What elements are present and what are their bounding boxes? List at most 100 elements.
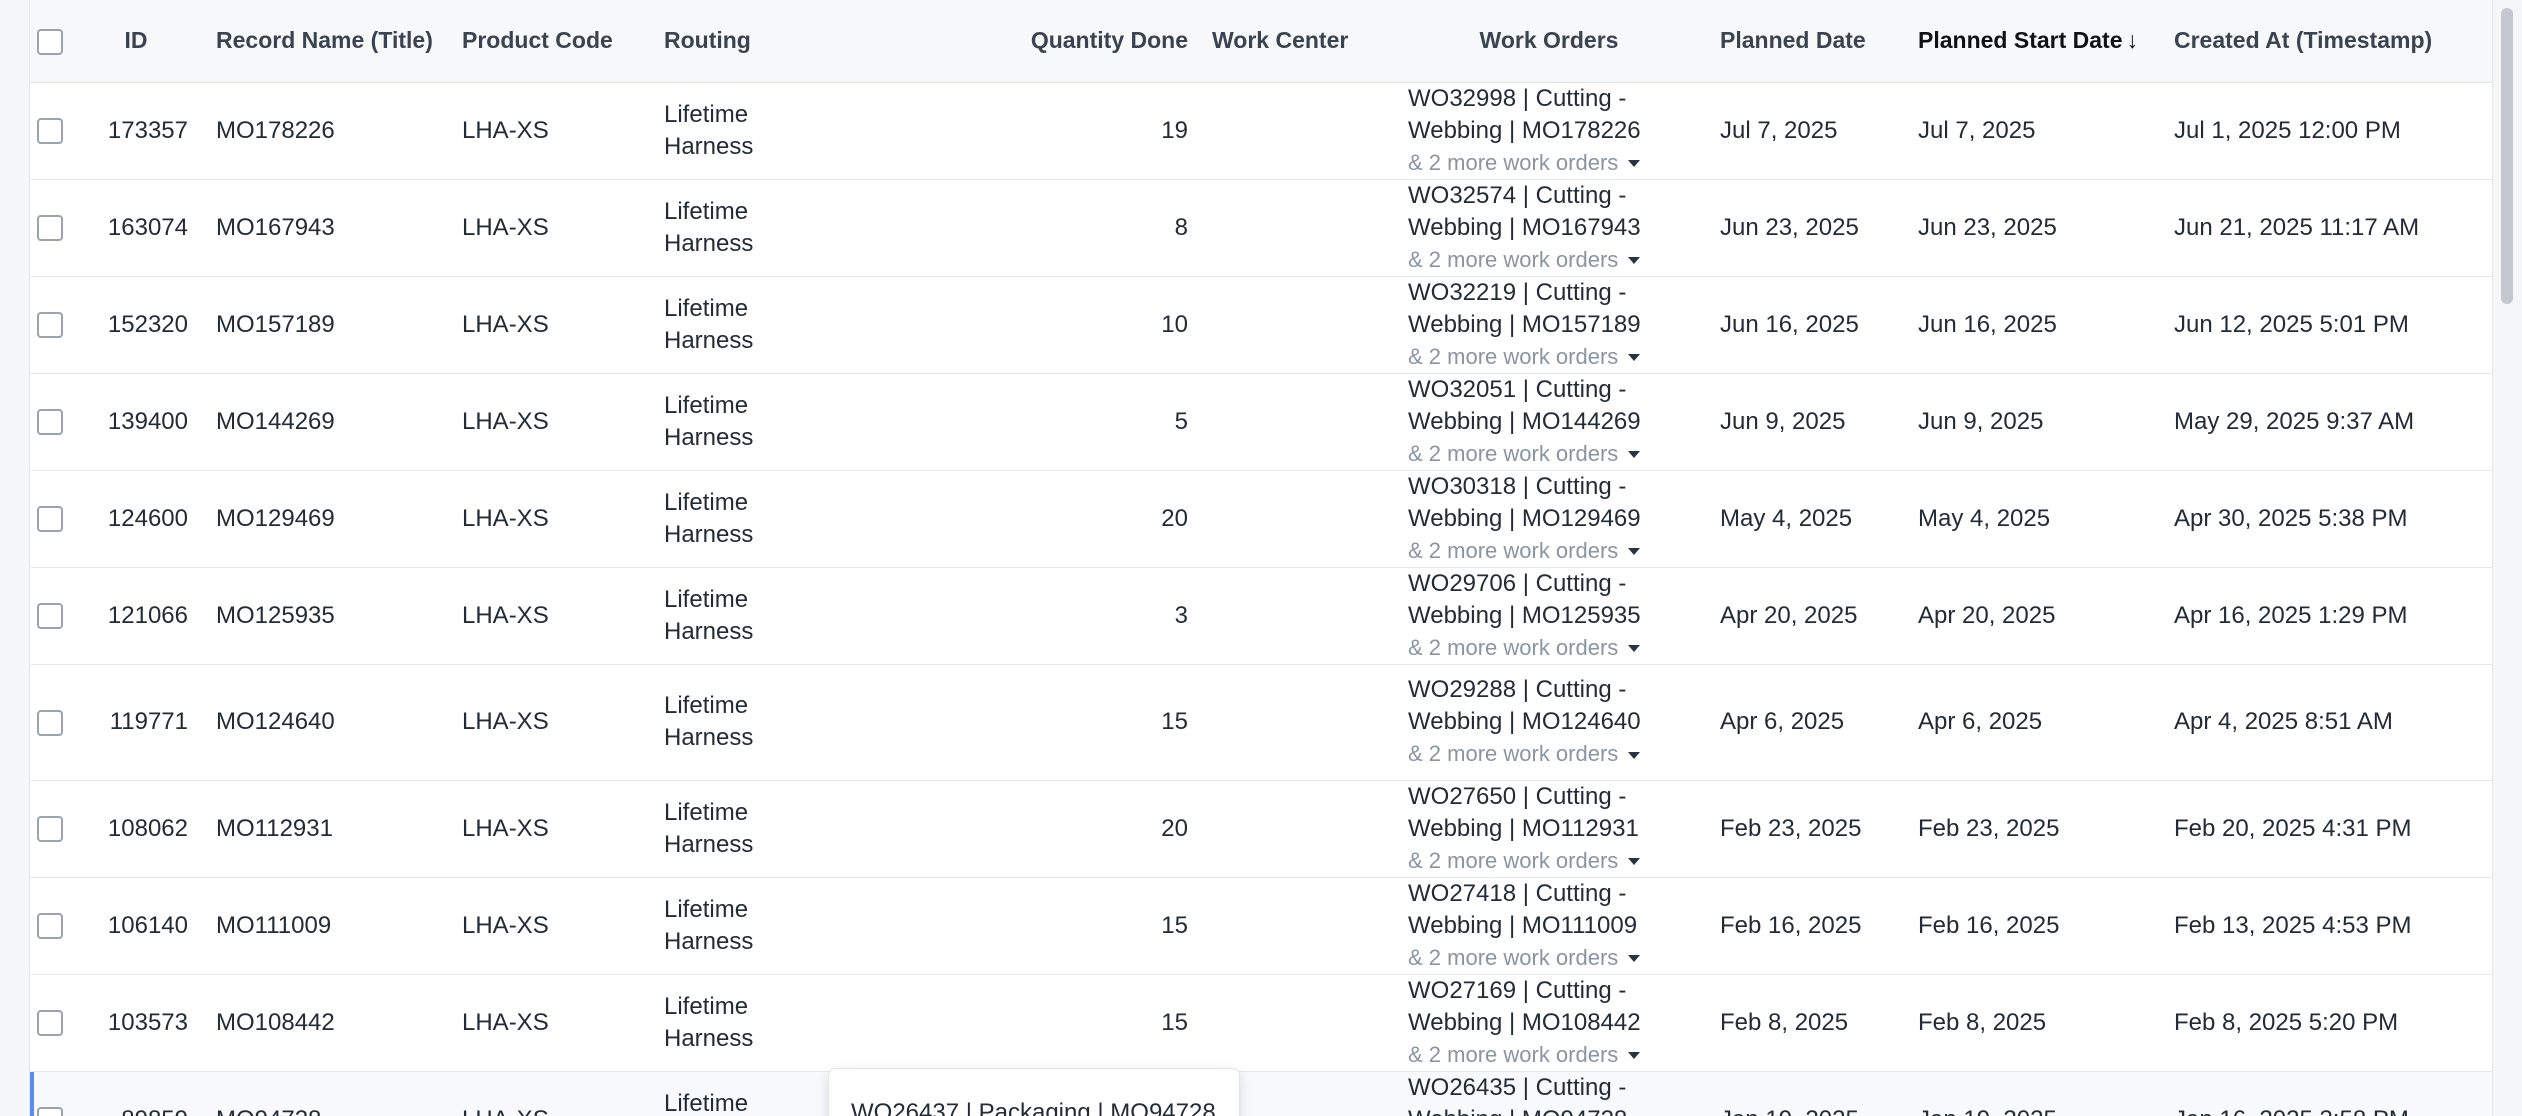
table-row[interactable]: 121066 MO125935 LHA-XS Lifetime Harness 3 WO29… — [30, 567, 2492, 665]
column-header-id[interactable]: ID — [70, 0, 202, 83]
row-checkbox[interactable] — [37, 1107, 63, 1116]
cell-work-orders[interactable]: WO29706 | Cutting - Webbing | MO125935 & … — [1214, 567, 1706, 665]
cell-title[interactable]: MO125935 — [202, 567, 448, 665]
caret-down-icon[interactable] — [1628, 548, 1641, 556]
column-header-planned-start-date[interactable]: Planned Start Date ↓ — [1904, 0, 2160, 83]
row-checkbox[interactable] — [37, 312, 63, 339]
caret-down-icon[interactable] — [1628, 354, 1641, 362]
table-row[interactable]: 139400 MO144269 LHA-XS Lifetime Harness 5 WO32… — [30, 373, 2492, 471]
table-row[interactable]: 106140 MO111009 LHA-XS Lifetime Harness 15 WO2… — [30, 877, 2492, 975]
column-header-quantity-done[interactable]: Quantity Done — [826, 0, 1202, 83]
row-checkbox[interactable] — [37, 118, 63, 145]
work-order-primary[interactable]: WO29706 | Cutting - Webbing | MO125935 — [1408, 568, 1692, 632]
work-order-primary[interactable]: WO29288 | Cutting - Webbing | MO124640 — [1408, 674, 1692, 738]
cell-routing[interactable]: LifetimeHarness — [650, 82, 826, 180]
more-work-orders-toggle[interactable]: & 2 more work orders — [1408, 942, 1692, 974]
table-row[interactable]: 124600 MO129469 LHA-XS Lifetime Harness 20 WO3… — [30, 470, 2492, 568]
cell-routing[interactable]: LifetimeHarness — [650, 373, 826, 471]
row-checkbox[interactable] — [37, 816, 63, 843]
row-checkbox[interactable] — [37, 1010, 63, 1037]
sort-descending-icon[interactable]: ↓ — [2127, 27, 2139, 53]
cell-work-orders[interactable]: WO27650 | Cutting - Webbing | MO112931 & … — [1214, 780, 1706, 878]
more-work-orders-toggle[interactable]: & 2 more work orders — [1408, 438, 1692, 470]
cell-title[interactable]: MO178226 — [202, 82, 448, 180]
vertical-scrollbar[interactable] — [2492, 0, 2522, 1116]
caret-down-icon[interactable] — [1628, 858, 1641, 866]
row-select-cell[interactable] — [30, 664, 70, 781]
cell-routing[interactable]: LifetimeHarness — [650, 974, 826, 1072]
cell-title[interactable]: MO112931 — [202, 780, 448, 878]
row-select-cell[interactable] — [30, 877, 70, 975]
table-row[interactable]: 152320 MO157189 LHA-XS Lifetime Harness 10 WO3… — [30, 276, 2492, 374]
work-order-primary[interactable]: WO32998 | Cutting - Webbing | MO178226 — [1408, 83, 1692, 147]
work-order-primary[interactable]: WO32219 | Cutting - Webbing | MO157189 — [1408, 277, 1692, 341]
row-select-cell[interactable] — [30, 567, 70, 665]
row-select-cell[interactable] — [30, 179, 70, 277]
work-order-primary[interactable]: WO27169 | Cutting - Webbing | MO108442 — [1408, 975, 1692, 1039]
cell-work-orders[interactable]: WO27169 | Cutting - Webbing | MO108442 & … — [1214, 974, 1706, 1072]
cell-title[interactable]: MO94728 — [202, 1071, 448, 1116]
column-header-work-center[interactable]: Work Center — [1212, 27, 1392, 54]
select-all-header[interactable] — [30, 0, 70, 83]
column-header-planned-date[interactable]: Planned Date — [1706, 0, 1904, 83]
work-order-primary[interactable]: WO27650 | Cutting - Webbing | MO112931 — [1408, 781, 1692, 845]
cell-routing[interactable]: LifetimeHarness — [650, 567, 826, 665]
more-work-orders-toggle[interactable]: & 2 more work orders — [1408, 1039, 1692, 1071]
cell-routing[interactable]: LifetimeHarness — [650, 877, 826, 975]
row-select-cell[interactable] — [30, 974, 70, 1072]
row-checkbox[interactable] — [37, 709, 63, 736]
row-select-cell[interactable] — [30, 82, 70, 180]
row-select-cell[interactable] — [30, 276, 70, 374]
table-row[interactable]: 89859MO94728LHA-XSLifetimeHarness WO26435… — [30, 1071, 2492, 1116]
more-work-orders-toggle[interactable]: & 2 more work orders — [1408, 341, 1692, 373]
row-select-cell[interactable] — [30, 1071, 70, 1116]
cell-work-orders[interactable]: WO32998 | Cutting - Webbing | MO178226 & … — [1214, 82, 1706, 180]
cell-routing[interactable]: LifetimeHarness — [650, 664, 826, 781]
cell-work-orders[interactable]: WO27418 | Cutting - Webbing | MO111009 & … — [1214, 877, 1706, 975]
row-checkbox[interactable] — [37, 603, 63, 630]
more-work-orders-toggle[interactable]: & 2 more work orders — [1408, 244, 1692, 276]
row-select-cell[interactable] — [30, 780, 70, 878]
cell-work-orders[interactable]: WO26435 | Cutting - Webbing | MO94728& 2… — [1214, 1071, 1706, 1116]
cell-routing[interactable]: LifetimeHarness — [650, 1071, 826, 1116]
column-header-created-at[interactable]: Created At (Timestamp) — [2160, 0, 2492, 83]
caret-down-icon[interactable] — [1628, 1052, 1641, 1060]
column-header-routing[interactable]: Routing — [650, 0, 826, 83]
cell-title[interactable]: MO124640 — [202, 664, 448, 781]
select-all-checkbox[interactable] — [37, 28, 63, 55]
more-work-orders-toggle[interactable]: & 2 more work orders — [1408, 535, 1692, 567]
cell-title[interactable]: MO108442 — [202, 974, 448, 1072]
caret-down-icon[interactable] — [1628, 751, 1641, 759]
work-order-primary[interactable]: WO30318 | Cutting - Webbing | MO129469 — [1408, 471, 1692, 535]
caret-down-icon[interactable] — [1628, 257, 1641, 265]
row-select-cell[interactable] — [30, 373, 70, 471]
more-work-orders-toggle[interactable]: & 2 more work orders — [1408, 147, 1692, 179]
work-order-primary[interactable]: WO32051 | Cutting - Webbing | MO144269 — [1408, 374, 1692, 438]
cell-work-orders[interactable]: WO32574 | Cutting - Webbing | MO167943 & … — [1214, 179, 1706, 277]
cell-work-orders[interactable]: WO30318 | Cutting - Webbing | MO129469 & … — [1214, 470, 1706, 568]
more-work-orders-toggle[interactable]: & 2 more work orders — [1408, 738, 1692, 770]
table-row[interactable]: 103573 MO108442 LHA-XS Lifetime Harness 15 WO2… — [30, 974, 2492, 1072]
caret-down-icon[interactable] — [1628, 645, 1641, 653]
work-order-primary[interactable]: WO27418 | Cutting - Webbing | MO111009 — [1408, 878, 1692, 942]
table-row[interactable]: 119771 MO124640 LHA-XS Lifetime Harness 15 WO2… — [30, 664, 2492, 781]
scrollbar-thumb[interactable] — [2501, 8, 2513, 304]
cell-title[interactable]: MO111009 — [202, 877, 448, 975]
caret-down-icon[interactable] — [1628, 160, 1641, 168]
cell-work-orders[interactable]: WO32051 | Cutting - Webbing | MO144269 & … — [1214, 373, 1706, 471]
table-row[interactable]: 108062 MO112931 LHA-XS Lifetime Harness 20 WO2… — [30, 780, 2492, 878]
cell-work-orders[interactable]: WO32219 | Cutting - Webbing | MO157189 & … — [1214, 276, 1706, 374]
row-select-cell[interactable] — [30, 470, 70, 568]
cell-title[interactable]: MO144269 — [202, 373, 448, 471]
caret-down-icon[interactable] — [1628, 451, 1641, 459]
column-header-work-orders[interactable]: Work Orders — [1392, 27, 1706, 54]
row-checkbox[interactable] — [37, 409, 63, 436]
cell-title[interactable]: MO157189 — [202, 276, 448, 374]
column-header-title[interactable]: Record Name (Title) — [202, 0, 448, 83]
table-row[interactable]: 163074 MO167943 LHA-XS Lifetime Harness 8 WO32… — [30, 179, 2492, 277]
row-checkbox[interactable] — [37, 913, 63, 940]
row-checkbox[interactable] — [37, 215, 63, 242]
work-order-primary[interactable]: WO32574 | Cutting - Webbing | MO167943 — [1408, 180, 1692, 244]
work-order-primary[interactable]: WO26435 | Cutting - Webbing | MO94728 — [1408, 1072, 1692, 1116]
more-work-orders-toggle[interactable]: & 2 more work orders — [1408, 632, 1692, 664]
